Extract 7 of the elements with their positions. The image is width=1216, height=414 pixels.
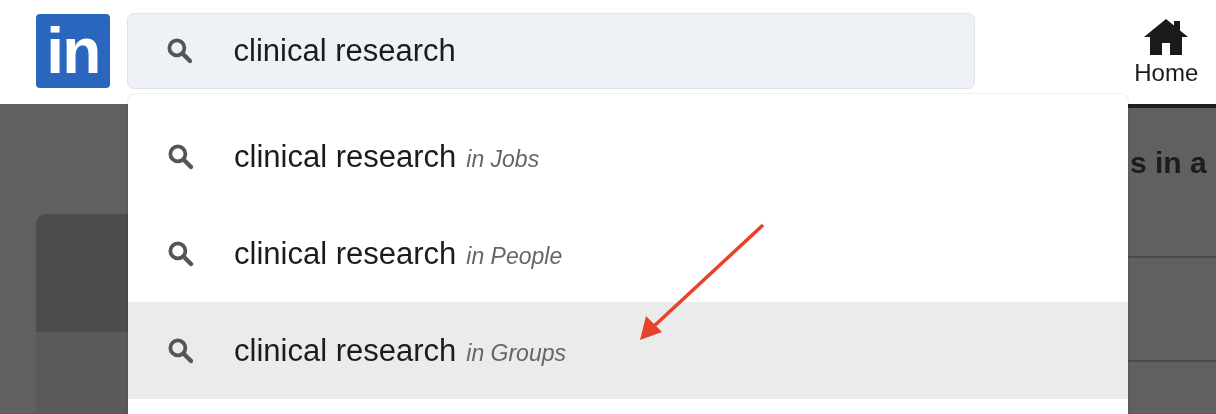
section-heading: s in a <box>1129 145 1208 181</box>
search-field[interactable]: clinical research <box>126 13 975 89</box>
suggestion-item[interactable]: clinical research in People <box>128 205 1128 302</box>
logo[interactable]: in <box>36 14 110 88</box>
suggestion-item[interactable]: clinical research in Groups <box>128 302 1128 399</box>
nav-label[interactable]: Home <box>1134 59 1199 87</box>
suggestion-item[interactable]: clinical research in Jobs <box>128 108 1128 205</box>
